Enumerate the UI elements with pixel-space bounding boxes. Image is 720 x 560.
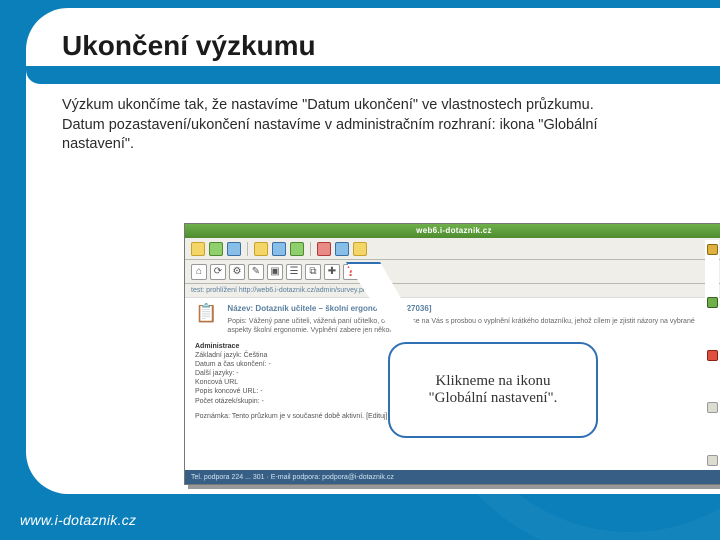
admin-toolbar-button[interactable]: ✎ [248, 264, 264, 280]
breadcrumb: test: prohlížení http://web6.i-dotaznik.… [185, 284, 720, 298]
browser-toolbar [185, 238, 720, 260]
admin-sidebar-heading: Administrace [195, 343, 239, 350]
survey-description: Popis: Vážený pane učiteli, vážená paní … [227, 317, 713, 335]
admin-sidebar: Administrace Základní jazyk: ČeštinaDatu… [195, 342, 387, 421]
browser-titlebar: web6.i-dotaznik.cz [185, 224, 720, 238]
body-paragraph-2: Datum pozastavení/ukončení nastavíme v a… [62, 116, 662, 155]
footer-url: www.i-dotaznik.cz [20, 512, 136, 528]
toolbar-icon[interactable] [209, 242, 223, 256]
toolbar-icon[interactable] [254, 242, 268, 256]
toolbar-icon[interactable] [227, 242, 241, 256]
admin-toolbar-button[interactable]: ⚙ [229, 264, 245, 280]
misc-icon [707, 402, 718, 413]
toolbar-icon[interactable] [191, 242, 205, 256]
screenshot-footer: Tel. podpora 224 ... 301 · E-mail podpor… [185, 470, 720, 484]
admin-sidebar-item: Základní jazyk: Čeština [195, 351, 387, 360]
status-off-icon [707, 350, 718, 361]
toolbar-icon[interactable] [290, 242, 304, 256]
admin-toolbar-button[interactable]: ▣ [267, 264, 283, 280]
toolbar-icon[interactable] [353, 242, 367, 256]
slide: Ukončení výzkumu Výzkum ukončíme tak, že… [0, 0, 720, 540]
admin-toolbar-button[interactable]: ☰ [286, 264, 302, 280]
admin-sidebar-item: Popis koncové URL: - [195, 387, 387, 396]
admin-sidebar-note: Poznámka: Tento průzkum je v současné do… [195, 412, 387, 421]
coin-icon [707, 244, 718, 255]
admin-sidebar-item: Počet otázek/skupin: - [195, 397, 387, 406]
slide-title: Ukončení výzkumu [62, 30, 694, 62]
toolbar-icon[interactable] [335, 242, 349, 256]
toolbar-icon[interactable] [272, 242, 286, 256]
admin-toolbar-button[interactable]: ⟳ [210, 264, 226, 280]
survey-title: Název: Dotazník učitele – školní ergonom… [227, 304, 713, 313]
body-paragraph-1: Výzkum ukončíme tak, že nastavíme "Datum… [62, 96, 662, 116]
body-text: Výzkum ukončíme tak, že nastavíme "Datum… [62, 96, 662, 155]
admin-sidebar-item: Koncová URL [195, 378, 387, 387]
admin-toolbar-button[interactable]: ⌂ [191, 264, 207, 280]
screenshot-body: 📋 Název: Dotazník učitele – školní ergon… [185, 298, 720, 341]
misc-icon [707, 455, 718, 466]
callout-line-1: Klikneme na ikonu [429, 373, 558, 390]
callout-bubble: Klikneme na ikonu "Globální nastavení". [388, 342, 598, 438]
status-on-icon [707, 297, 718, 308]
toolbar-icon[interactable] [317, 242, 331, 256]
admin-toolbar-button[interactable]: ✚ [324, 264, 340, 280]
admin-toolbar: ⌂⟳⚙✎▣☰⧉✚❓ [185, 260, 720, 284]
callout-line-2: "Globální nastavení". [429, 390, 558, 407]
right-icon-strip [705, 240, 719, 470]
admin-sidebar-item: Datum a čas ukončení: - [195, 360, 387, 369]
admin-toolbar-button[interactable]: ⧉ [305, 264, 321, 280]
title-underline [26, 66, 720, 84]
admin-sidebar-item: Další jazyky: - [195, 369, 387, 378]
clipboard-icon: 📋 [195, 304, 217, 322]
